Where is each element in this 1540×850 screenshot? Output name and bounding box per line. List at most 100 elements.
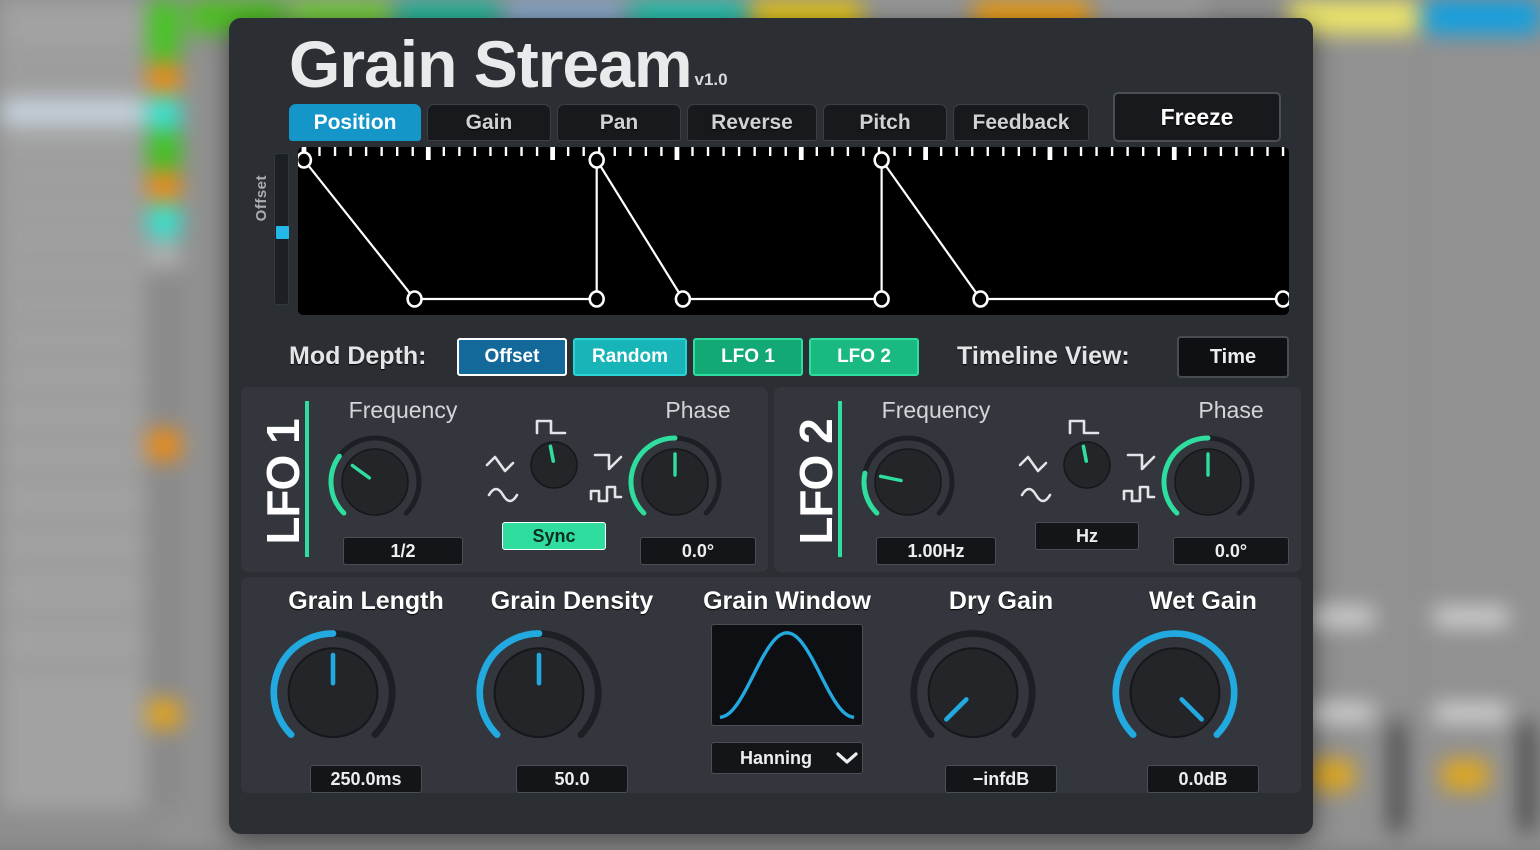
- background-clip: [148, 132, 180, 170]
- grain-window-preview: [711, 624, 863, 726]
- lfo2-frequency-control: Frequency 1.00Hz: [856, 397, 1016, 565]
- tab-position[interactable]: Position: [289, 104, 421, 141]
- grain-length-value[interactable]: 250.0ms: [310, 765, 422, 793]
- mod-depth-lfo2-button[interactable]: LFO 2: [809, 338, 919, 376]
- parameter-tab-bar: Position Gain Pan Reverse Pitch Feedback…: [289, 92, 1281, 144]
- background-clip: [148, 0, 180, 62]
- lfo1-frequency-control: Frequency 1/2: [323, 397, 483, 565]
- window-shape-graph: [712, 625, 862, 725]
- lfo2-waveform-control: Hz: [1012, 409, 1162, 550]
- timeline-view-label: Timeline View:: [957, 342, 1130, 370]
- mod-depth-lfo1-button[interactable]: LFO 1: [693, 338, 803, 376]
- lfo1-phase-label: Phase: [665, 397, 731, 423]
- background-clip: [148, 242, 180, 268]
- lfo1-phase-knob[interactable]: [623, 428, 773, 532]
- version-label: v1.0: [694, 70, 728, 89]
- background-fader: [1390, 722, 1404, 832]
- timeline-view-button[interactable]: Time: [1177, 336, 1289, 378]
- background-browser-row: [6, 282, 154, 295]
- tab-pan[interactable]: Pan: [557, 104, 681, 141]
- lfo1-frequency-label: Frequency: [348, 397, 458, 423]
- lfo1-waveform-selector[interactable]: [479, 413, 629, 517]
- background-browser-row: [6, 156, 154, 169]
- dry-gain-value[interactable]: −infdB: [945, 765, 1057, 793]
- dry-gain-knob[interactable]: [903, 620, 1099, 760]
- envelope-line: [304, 160, 1283, 299]
- lfo2-accent-bar: [838, 401, 842, 557]
- background-browser-row: [6, 72, 154, 85]
- background-browser-row: [6, 560, 154, 573]
- lfo1-frequency-value[interactable]: 1/2: [343, 537, 463, 565]
- background-clip: [148, 204, 180, 238]
- lfo2-frequency-knob[interactable]: [856, 428, 1016, 532]
- envelope-graph: [298, 147, 1289, 315]
- tab-gain[interactable]: Gain: [427, 104, 551, 141]
- tab-feedback[interactable]: Feedback: [953, 104, 1089, 141]
- offset-axis-label: Offset: [253, 175, 270, 222]
- mod-depth-row: Mod Depth: Offset Random LFO 1 LFO 2 Tim…: [289, 336, 1289, 382]
- background-browser-row: [6, 516, 154, 529]
- background-track-activator: [1442, 760, 1488, 790]
- background-browser-row: [6, 660, 154, 673]
- lfo2-frequency-value[interactable]: 1.00Hz: [876, 537, 996, 565]
- background-clip: [148, 700, 180, 728]
- grain-density-value[interactable]: 50.0: [516, 765, 628, 793]
- background-track-name: [1434, 608, 1508, 626]
- dry-gain-label: Dry Gain: [948, 587, 1054, 615]
- background-track-name: [1434, 704, 1508, 722]
- background-clip: [148, 96, 180, 130]
- mod-depth-random-button[interactable]: Random: [573, 338, 687, 376]
- lfo2-rate-mode-button[interactable]: Hz: [1035, 522, 1139, 550]
- lfo2-waveform-selector[interactable]: [1012, 413, 1162, 517]
- envelope-canvas[interactable]: [298, 147, 1289, 315]
- envelope-editor: Offset: [241, 147, 1301, 332]
- wet-gain-knob[interactable]: [1105, 620, 1301, 760]
- lfo1-phase-control: Phase 0.0°: [623, 397, 773, 565]
- grain-window-control: Grain Window Hanning: [675, 587, 899, 774]
- tab-reverse[interactable]: Reverse: [687, 104, 817, 141]
- grain-section: Grain Length 250.0ms Grain Density 50.0 …: [241, 577, 1301, 793]
- grain-window-label: Grain Window: [703, 587, 871, 615]
- lfo1-frequency-knob[interactable]: [323, 428, 483, 532]
- freeze-button[interactable]: Freeze: [1113, 92, 1281, 142]
- grain-density-label: Grain Density: [490, 587, 654, 615]
- grain-length-knob[interactable]: [263, 620, 469, 760]
- lfo2-phase-value[interactable]: 0.0°: [1173, 537, 1289, 565]
- background-browser-row: [6, 216, 154, 229]
- lfo2-phase-knob[interactable]: [1156, 428, 1306, 532]
- grain-window-dropdown[interactable]: Hanning: [711, 742, 863, 774]
- grain-length-label: Grain Length: [288, 587, 444, 615]
- lfo1-panel: LFO 1 Frequency 1/2 Sync Phase 0.0°: [241, 387, 768, 572]
- lfo1-title-text: LFO 1: [257, 419, 309, 545]
- grain-length-control: Grain Length 250.0ms: [263, 587, 469, 793]
- lfo1-sync-button[interactable]: Sync: [502, 522, 606, 550]
- grain-density-knob[interactable]: [469, 620, 675, 760]
- offset-slider-handle[interactable]: [276, 226, 289, 240]
- background-browser-row: [6, 50, 154, 63]
- page-title: Grain Stream: [289, 27, 692, 101]
- plugin-window: Grain Stream v1.0 Position Gain Pan Rever…: [229, 18, 1313, 834]
- offset-slider[interactable]: [274, 153, 289, 305]
- background-clip: [148, 64, 180, 94]
- lfo1-phase-value[interactable]: 0.0°: [640, 537, 756, 565]
- dry-gain-control: Dry Gain −infdB: [903, 587, 1099, 793]
- lfo1-title: LFO 1: [255, 399, 311, 557]
- background-browser-row: [6, 430, 154, 443]
- wet-gain-label: Wet Gain: [1149, 587, 1257, 615]
- background-clip: [148, 430, 180, 460]
- tab-pitch[interactable]: Pitch: [823, 104, 947, 141]
- mod-depth-offset-button[interactable]: Offset: [457, 338, 567, 376]
- background-browser-row: [6, 250, 154, 263]
- background-browser-row-selected: [0, 100, 160, 124]
- background-fader: [1520, 722, 1534, 832]
- wet-gain-value[interactable]: 0.0dB: [1147, 765, 1259, 793]
- background-browser-row: [6, 316, 154, 329]
- lfo2-title-text: LFO 2: [790, 419, 842, 545]
- envelope-breakpoints[interactable]: [298, 153, 1289, 307]
- lfo1-waveform-control: Sync: [479, 409, 629, 550]
- lfo2-panel: LFO 2 Frequency 1.00Hz Hz Phase 0.0°: [774, 387, 1301, 572]
- wet-gain-control: Wet Gain 0.0dB: [1105, 587, 1301, 793]
- timeline-ruler: [301, 147, 1285, 160]
- background-clip: [1424, 0, 1540, 34]
- background-browser-row: [6, 186, 154, 199]
